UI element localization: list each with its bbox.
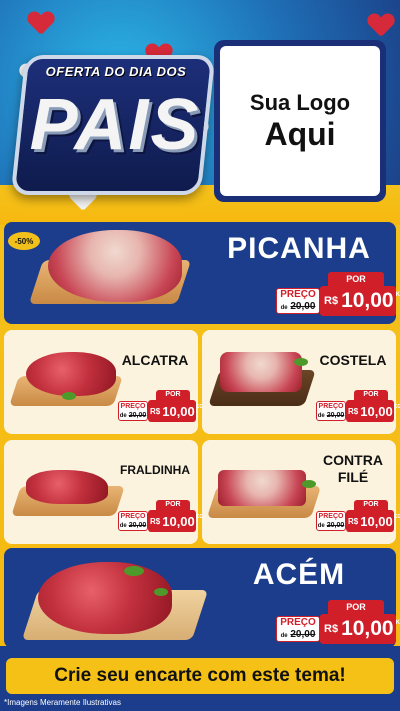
new-price: R$ 10,00 KG (320, 286, 400, 316)
product-card-alcatra[interactable]: ALCATRA POR PREÇO de 20,00 R$ 10,00 KG (4, 330, 203, 434)
herb-decoration (154, 588, 168, 596)
heart-icon (28, 12, 54, 36)
currency: R$ (150, 516, 161, 526)
por-label: POR (156, 390, 190, 400)
old-price-value: 20,00 (128, 412, 147, 419)
new-price: R$ 10,00 KG (148, 400, 203, 422)
old-price-value: 20,00 (128, 522, 147, 529)
logo-placeholder[interactable]: Sua Logo Aqui (214, 40, 386, 202)
unit: KG (393, 514, 400, 520)
contra-file-image (218, 470, 306, 506)
cta-banner[interactable]: Crie seu encarte com este tema! (6, 658, 394, 694)
currency: R$ (348, 516, 359, 526)
price-value: 10,00 (360, 513, 393, 529)
picanha-image (48, 230, 182, 302)
de-label: de (119, 523, 127, 529)
price-value: 10,00 (162, 403, 195, 419)
product-card-contra-file[interactable]: CONTRA FILÉ POR PREÇO de 20,00 R$ 10,00 … (202, 440, 400, 544)
currency: R$ (150, 406, 161, 416)
por-label: POR (354, 500, 388, 510)
preco-label: PREÇO (120, 513, 146, 520)
new-price: R$ 10,00 KG (148, 510, 203, 532)
preco-label: PREÇO (280, 289, 316, 300)
logo-line-1: Sua Logo (249, 89, 351, 115)
disclaimer-text: *Imagens Meramente Ilustrativas (4, 698, 121, 707)
product-name: FRALDINHA (120, 463, 190, 477)
product-name: ALCATRA (121, 352, 189, 368)
old-price-value: 20,00 (326, 522, 345, 529)
herb-decoration (294, 358, 308, 366)
price-value: 10,00 (360, 403, 393, 419)
preco-label: PREÇO (120, 403, 146, 410)
currency: R$ (324, 623, 339, 635)
unit: KG (395, 292, 400, 298)
price-value: 10,00 (341, 617, 394, 640)
new-price: R$ 10,00 KG (346, 400, 400, 422)
de-label: de (280, 633, 288, 639)
product-name: COSTELA (319, 352, 387, 368)
product-card-fraldinha[interactable]: FRALDINHA POR PREÇO de 20,00 R$ 10,00 KG (4, 440, 203, 544)
product-card-costela[interactable]: COSTELA POR PREÇO de 20,00 R$ 10,00 KG (202, 330, 400, 434)
por-label: POR (156, 500, 190, 510)
unit: KG (393, 404, 400, 410)
preco-label: PREÇO (318, 513, 344, 520)
logo-line-2: Aqui (264, 115, 336, 152)
de-label: de (317, 523, 325, 529)
currency: R$ (324, 295, 339, 307)
old-price-value: 20,00 (290, 629, 316, 640)
por-label: POR (328, 600, 384, 614)
unit: KG (395, 620, 400, 626)
por-label: POR (328, 272, 384, 286)
title-main-text: PAIS (29, 85, 201, 165)
product-name-line-2: FILÉ (337, 469, 369, 485)
product-name: PICANHA (227, 232, 371, 265)
new-price: R$ 10,00 KG (346, 510, 400, 532)
heart-icon (368, 14, 394, 38)
acem-image (38, 562, 172, 634)
old-price-value: 20,00 (290, 301, 316, 312)
herb-decoration (62, 392, 76, 400)
discount-badge: -50% (8, 232, 40, 250)
product-card-picanha[interactable]: -50% PICANHA POR PREÇO de 20,00 R$ 10,00… (4, 222, 400, 324)
old-price: PREÇO de 20,00 (118, 401, 148, 421)
de-label: de (317, 413, 325, 419)
product-name-line-1: CONTRA (323, 452, 383, 468)
new-price: R$ 10,00 KG (320, 614, 400, 644)
old-price: PREÇO de 20,00 (118, 511, 148, 531)
herb-decoration (124, 566, 144, 576)
old-price: PREÇO de 20,00 (276, 288, 320, 314)
de-label: de (119, 413, 127, 419)
por-label: POR (354, 390, 388, 400)
alcatra-image (26, 352, 116, 396)
old-price: PREÇO de 20,00 (316, 401, 346, 421)
old-price: PREÇO de 20,00 (276, 616, 320, 642)
old-price: PREÇO de 20,00 (316, 511, 346, 531)
costela-image (220, 352, 302, 392)
old-price-value: 20,00 (326, 412, 345, 419)
flyer-page: OFERTA DO DIA DOS PAIS Sua Logo Aqui -50… (0, 0, 400, 711)
logo-inner: Sua Logo Aqui (220, 46, 380, 196)
price-value: 10,00 (162, 513, 195, 529)
preco-label: PREÇO (280, 617, 316, 628)
price-value: 10,00 (341, 289, 394, 312)
currency: R$ (348, 406, 359, 416)
de-label: de (280, 305, 288, 311)
title-top-text: OFERTA DO DIA DOS (45, 64, 187, 79)
product-name: CONTRA FILÉ (314, 452, 392, 486)
product-name: ACÉM (252, 558, 346, 591)
fraldinha-image (26, 470, 108, 504)
preco-label: PREÇO (318, 403, 344, 410)
product-card-acem[interactable]: ACÉM POR PREÇO de 20,00 R$ 10,00 KG (4, 548, 400, 648)
